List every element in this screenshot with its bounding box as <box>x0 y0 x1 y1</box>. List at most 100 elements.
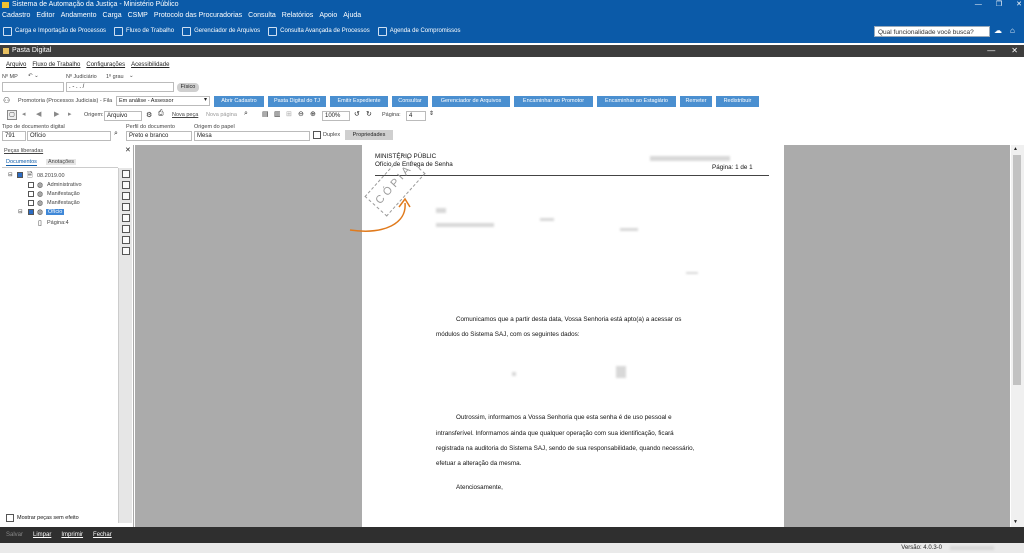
tree-expander[interactable]: ⊟ <box>18 209 23 215</box>
fechar-button[interactable]: Fechar <box>93 527 112 543</box>
scroll-down-icon[interactable]: ▼ <box>1013 519 1018 525</box>
menu-consulta[interactable]: Consulta <box>248 10 276 22</box>
toolbar-fluxo-trabalho[interactable]: Fluxo de Trabalho <box>114 22 174 40</box>
fit-width-icon[interactable]: ▥ <box>274 110 281 118</box>
menu-acessibilidade[interactable]: Acessibilidade <box>131 60 169 70</box>
first-page-icon[interactable]: ◂ <box>22 110 26 118</box>
toolbar-gerenciador-arquivos[interactable]: Gerenciador de Arquivos <box>182 22 260 40</box>
gear-icon[interactable]: ⚙ <box>146 111 152 119</box>
remeter-button[interactable]: Remeter <box>680 96 712 107</box>
user-icon[interactable]: ⌂ <box>1010 25 1020 36</box>
zoom-out-icon[interactable]: ⊖ <box>298 110 304 118</box>
abrir-cadastro-button[interactable]: Abrir Cadastro <box>214 96 264 107</box>
menu-relatorios[interactable]: Relatórios <box>282 10 314 22</box>
insert-icon[interactable] <box>121 225 130 233</box>
salvar-button[interactable]: Salvar <box>6 527 23 543</box>
inner-close-button[interactable]: ✕ <box>1011 45 1018 57</box>
propriedades-button[interactable]: Propriedades <box>345 130 393 140</box>
tree-checkbox-checked[interactable] <box>28 209 34 215</box>
tree-page-label[interactable]: Página:4 <box>47 220 69 226</box>
fila-dropdown-icon[interactable]: ▾ <box>204 96 207 103</box>
next-page-icon[interactable]: ▶ <box>54 110 59 118</box>
maximize-button[interactable]: ❐ <box>996 0 1002 10</box>
zoom-search-icon[interactable]: ⌕ <box>244 110 248 118</box>
select-page-icon[interactable]: ▢ <box>7 110 17 120</box>
tree-checkbox[interactable] <box>28 182 34 188</box>
limpar-button[interactable]: Limpar <box>33 527 51 543</box>
search-doc-icon[interactable] <box>121 170 130 178</box>
menu-csmp[interactable]: CSMP <box>128 10 148 22</box>
n-judicial-input[interactable]: . - . . / <box>66 82 174 92</box>
tree-checkbox[interactable] <box>28 191 34 197</box>
consultar-button[interactable]: Consultar <box>392 96 428 107</box>
minimize-button[interactable]: — <box>975 0 982 10</box>
pasta-digital-tj-button[interactable]: Pasta Digital do TJ <box>268 96 326 107</box>
menu-carga[interactable]: Carga <box>103 10 122 22</box>
help-icon[interactable]: ☁ <box>994 25 1004 36</box>
encaminhar-promotor-button[interactable]: Encaminhar ao Promotor <box>514 96 593 107</box>
find-icon[interactable] <box>121 203 130 211</box>
pagina-input[interactable]: 4 <box>406 111 426 121</box>
tree-item-label[interactable]: Administrativo <box>47 182 82 188</box>
tab-anotacoes[interactable]: Anotações <box>46 159 76 165</box>
duplex-checkbox[interactable] <box>313 131 321 139</box>
toolbar-consulta-avancada[interactable]: Consulta Avançada de Processos <box>268 22 370 40</box>
perfil-select[interactable]: Preto e branco <box>126 131 192 141</box>
zoom-fit-icon[interactable]: ⊞ <box>286 110 292 118</box>
users-icon[interactable] <box>121 214 130 222</box>
n-mp-input[interactable] <box>2 82 64 92</box>
emitir-expediente-button[interactable]: Emitir Expediente <box>330 96 388 107</box>
tree-item-label[interactable]: Manifestação <box>47 200 80 206</box>
zoom-select[interactable]: 100% <box>322 111 350 121</box>
grau-dropdown-icon[interactable]: ⌄ <box>129 73 134 79</box>
inner-minimize-button[interactable]: — <box>987 45 995 57</box>
copy-icon[interactable] <box>121 247 130 255</box>
imprimir-button[interactable]: Imprimir <box>61 527 83 543</box>
undo-icon[interactable]: ↶ ⌄ <box>28 73 39 79</box>
menu-protocolo[interactable]: Protocolo das Procuradorias <box>154 10 242 22</box>
fila-select[interactable]: Em análise - Assessor <box>116 96 210 106</box>
tree-root-label[interactable]: 08.2019.00 <box>37 173 65 179</box>
redistribuir-button[interactable]: Redistribuir <box>716 96 759 107</box>
rotate-right-icon[interactable]: ↻ <box>366 110 372 118</box>
scrollbar-thumb[interactable] <box>1013 155 1021 385</box>
gerenciador-arquivos-button[interactable]: Gerenciador de Arquivos <box>432 96 510 107</box>
menu-arquivo[interactable]: Arquivo <box>6 60 26 70</box>
menu-fluxo[interactable]: Fluxo de Trabalho <box>32 60 80 70</box>
scan-icon[interactable]: ⎙ <box>158 110 164 118</box>
page-stepper-icon[interactable]: ⇕ <box>429 110 434 117</box>
menu-apoio[interactable]: Apoio <box>319 10 337 22</box>
close-button[interactable]: ✕ <box>1016 0 1022 10</box>
print-icon[interactable] <box>121 181 130 189</box>
menu-andamento[interactable]: Andamento <box>61 10 97 22</box>
tree-expander[interactable]: ⊟ <box>8 172 13 178</box>
export-icon[interactable] <box>121 192 130 200</box>
page-view-icon[interactable] <box>121 236 130 244</box>
origem-papel-select[interactable]: Mesa <box>194 131 310 141</box>
prev-page-icon[interactable]: ◀ <box>36 110 41 118</box>
panel-close-icon[interactable]: ✕ <box>125 146 131 154</box>
nova-peca-button[interactable]: Nova peça <box>172 112 198 118</box>
tipo-doc-input[interactable]: Ofício <box>27 131 111 141</box>
origem-select[interactable]: Arquivo <box>104 111 142 121</box>
search-icon[interactable]: ⌕ <box>114 130 118 138</box>
tipo-doc-code-input[interactable]: 791 <box>2 131 26 141</box>
menu-editor[interactable]: Editor <box>36 10 54 22</box>
tree-item-label[interactable]: Manifestação <box>47 191 80 197</box>
last-page-icon[interactable]: ▸ <box>68 110 72 118</box>
encaminhar-estagiario-button[interactable]: Encaminhar ao Estagiário <box>597 96 676 107</box>
tree-root-checkbox[interactable] <box>17 172 23 178</box>
tree-checkbox[interactable] <box>28 200 34 206</box>
fit-page-icon[interactable]: ▤ <box>262 110 269 118</box>
rotate-left-icon[interactable]: ↺ <box>354 110 360 118</box>
menu-configuracoes[interactable]: Configurações <box>86 60 125 70</box>
menu-ajuda[interactable]: Ajuda <box>343 10 361 22</box>
toolbar-carga-importacao[interactable]: Carga e Importação de Processos <box>3 22 106 40</box>
feature-search-input[interactable]: Qual funcionalidade você busca? <box>874 26 990 37</box>
tree-item-selected[interactable]: Ofício <box>46 209 65 215</box>
zoom-in-icon[interactable]: ⊕ <box>310 110 316 118</box>
toolbar-agenda[interactable]: Agenda de Compromissos <box>377 22 460 40</box>
scroll-up-icon[interactable]: ▲ <box>1013 146 1018 152</box>
tab-documentos[interactable]: Documentos <box>6 159 37 166</box>
nova-pagina-button[interactable]: Nova página <box>206 112 237 118</box>
